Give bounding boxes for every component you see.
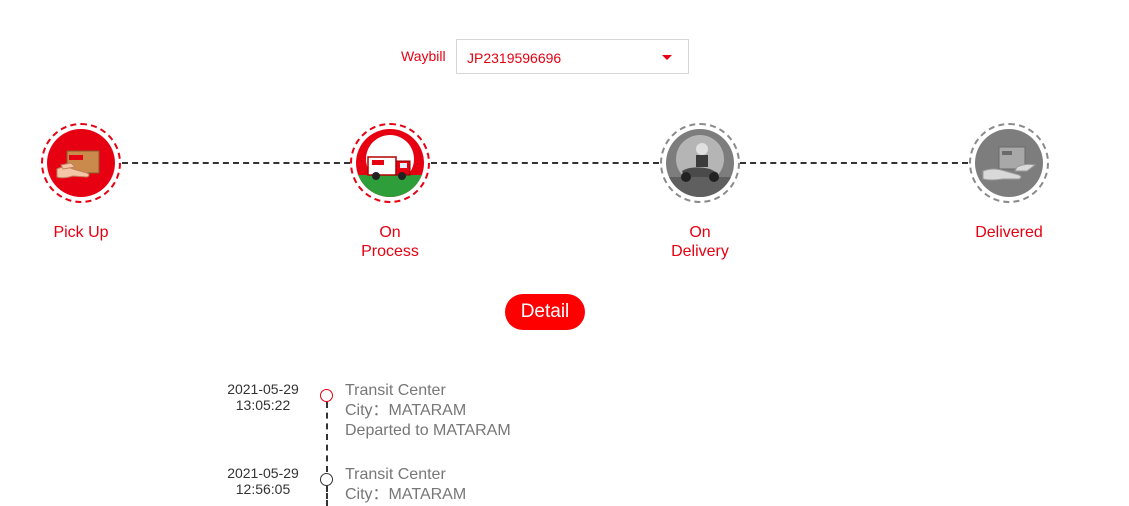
- waybill-selected-value: JP2319596696: [467, 50, 562, 66]
- timeline-connector: [326, 486, 328, 506]
- step-connector: [740, 162, 968, 164]
- timeline-timestamp: 2021-05-29 13:05:22: [227, 381, 299, 413]
- step-pickup: [41, 123, 121, 203]
- courier-motorbike-icon: [666, 135, 734, 197]
- detail-button[interactable]: Detail: [505, 294, 585, 330]
- timeline-marker: [320, 389, 333, 402]
- step-on-delivery: [660, 123, 740, 203]
- step-on-process: [350, 123, 430, 203]
- timeline-timestamp: 2021-05-29 12:56:05: [227, 465, 299, 497]
- package-hand-icon: [56, 150, 100, 179]
- handover-package-icon: [982, 146, 1037, 181]
- timeline-event: Transit Center City：MATARAM Departed to …: [345, 382, 511, 439]
- step-delivered: [969, 123, 1049, 203]
- step-label-delivered: Delivered: [975, 224, 1043, 241]
- timeline-connector: [326, 402, 328, 472]
- delivery-truck-icon: [356, 135, 424, 197]
- step-connector: [431, 162, 659, 164]
- waybill-select[interactable]: JP2319596696: [456, 39, 689, 74]
- waybill-label: Waybill: [401, 48, 446, 64]
- step-label-on-delivery: On Delivery: [671, 224, 729, 260]
- step-label-pickup: Pick Up: [53, 224, 109, 241]
- step-connector: [122, 162, 350, 164]
- step-label-on-process: On Process: [361, 224, 419, 260]
- caret-down-icon[interactable]: [662, 55, 672, 60]
- timeline-event: Transit Center City：MATARAM: [345, 466, 467, 503]
- timeline-marker: [320, 473, 333, 486]
